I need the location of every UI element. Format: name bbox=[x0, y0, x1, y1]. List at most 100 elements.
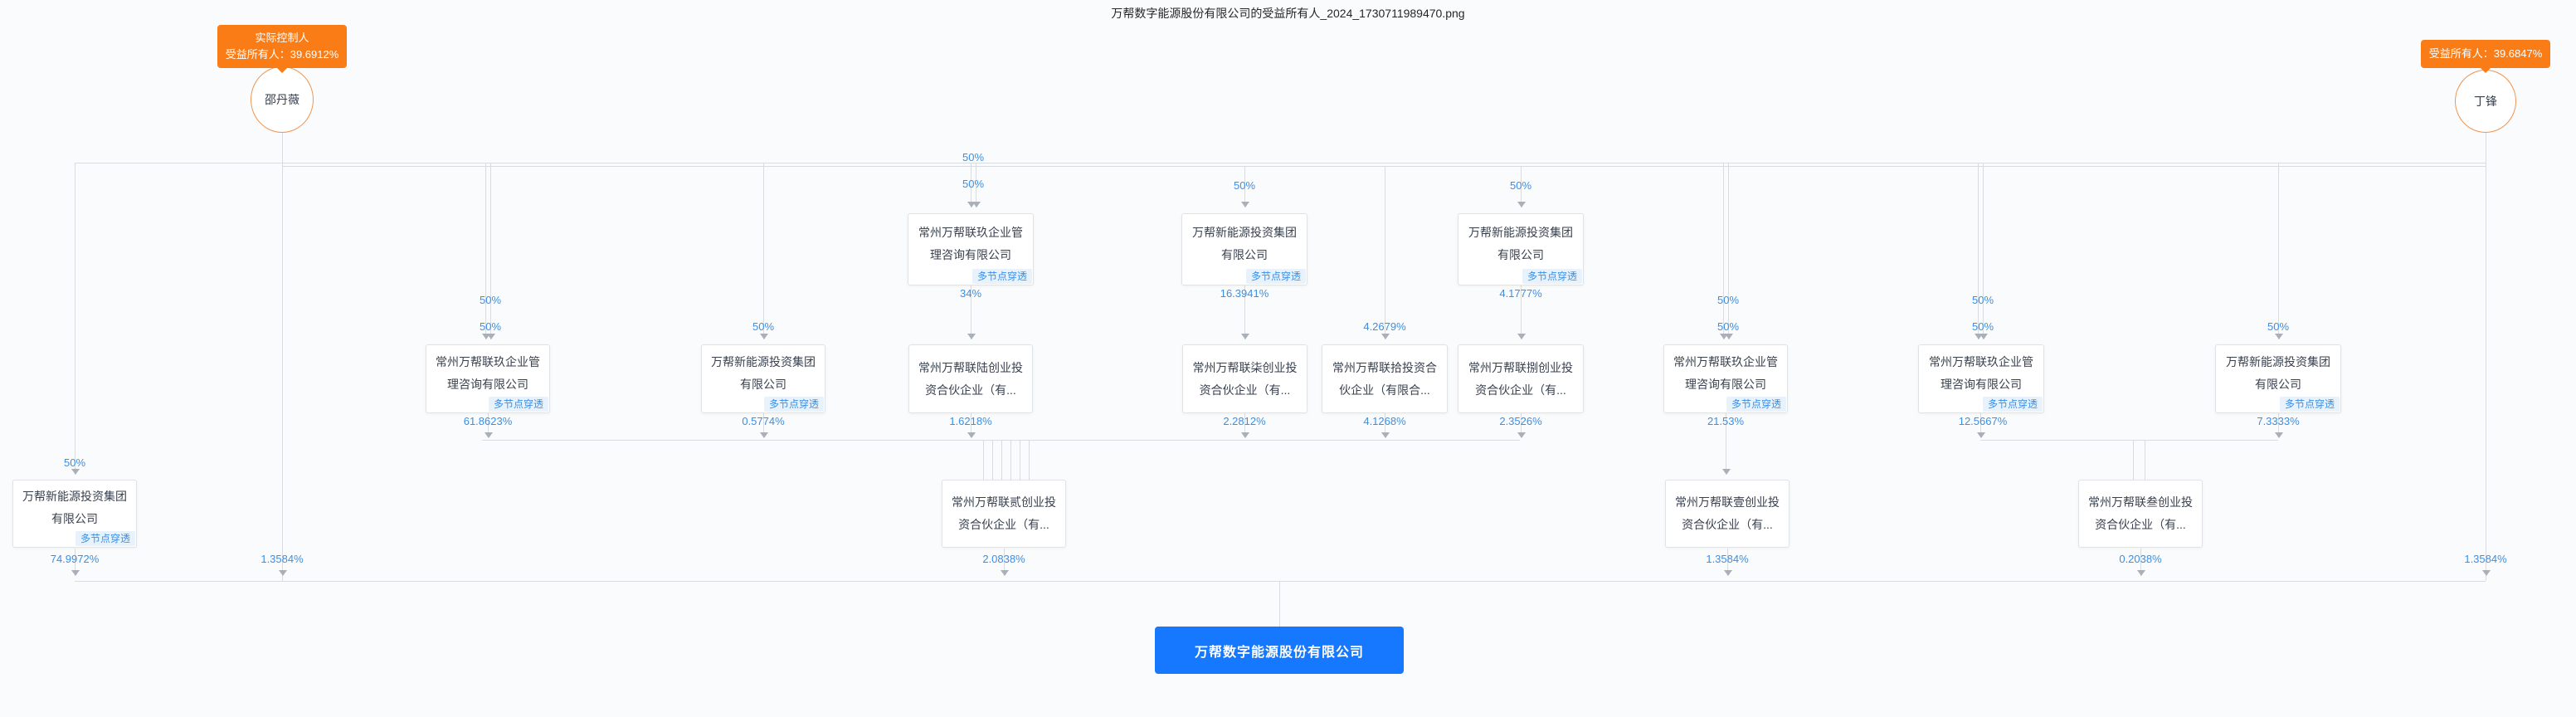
multi-node-penetrate-tag[interactable]: 多节点穿透 bbox=[2279, 397, 2340, 412]
page-title: 万帮数字能源股份有限公司的受益所有人_2024_1730711989470.pn… bbox=[1111, 7, 1465, 20]
connector-line bbox=[2278, 163, 2279, 339]
arrow-down-icon bbox=[1241, 432, 1249, 438]
company-node[interactable]: 常州万帮联玖企业管理咨询有限公司 多节点穿透 bbox=[426, 344, 550, 413]
company-name: 常州万帮联叁创业投资合伙企业（有... bbox=[2088, 495, 2193, 531]
company-name: 常州万帮联陆创业投资合伙企业（有... bbox=[918, 360, 1023, 397]
arrow-down-icon bbox=[1381, 432, 1390, 438]
company-name: 常州万帮联捌创业投资合伙企业（有... bbox=[1468, 360, 1573, 397]
edge-percent-label: 50% bbox=[479, 320, 502, 333]
company-name: 常州万帮联玖企业管理咨询有限公司 bbox=[1673, 354, 1778, 391]
arrow-down-icon bbox=[1381, 334, 1390, 339]
multi-node-penetrate-tag[interactable]: 多节点穿透 bbox=[1245, 269, 1306, 284]
edge-percent-label: 50% bbox=[2267, 320, 2290, 333]
connector-line bbox=[1728, 163, 1729, 339]
company-node[interactable]: 常州万帮联玖企业管理咨询有限公司 多节点穿透 bbox=[1663, 344, 1788, 413]
connector-line bbox=[1001, 440, 1002, 480]
edge-percent-label: 50% bbox=[1971, 294, 1994, 306]
edge-percent-label: 50% bbox=[1509, 179, 1532, 192]
edge-percent-label: 4.1777% bbox=[1499, 287, 1542, 300]
multi-node-penetrate-tag[interactable]: 多节点穿透 bbox=[763, 397, 824, 412]
connector-line bbox=[1029, 440, 1030, 480]
arrow-down-icon bbox=[1725, 334, 1733, 339]
multi-node-penetrate-tag[interactable]: 多节点穿透 bbox=[1726, 397, 1786, 412]
arrow-down-icon bbox=[760, 334, 768, 339]
company-node[interactable]: 常州万帮联玖企业管理咨询有限公司 多节点穿透 bbox=[1918, 344, 2044, 413]
edge-percent-label: 16.3941% bbox=[1220, 287, 1269, 300]
arrow-down-icon bbox=[972, 202, 981, 207]
company-name: 万帮新能源投资集团有限公司 bbox=[711, 354, 816, 391]
edge-percent-label: 4.2679% bbox=[1363, 320, 1406, 333]
badge-pointer bbox=[2481, 68, 2491, 73]
arrow-down-icon bbox=[2275, 432, 2283, 438]
company-node[interactable]: 常州万帮联捌创业投资合伙企业（有... bbox=[1458, 344, 1584, 413]
connector-line bbox=[1980, 440, 2278, 441]
connector-line bbox=[282, 131, 283, 581]
edge-percent-label: 1.3584% bbox=[1706, 553, 1749, 565]
edge-percent-label: 12.5667% bbox=[1958, 415, 2008, 427]
company-node[interactable]: 常州万帮联贰创业投资合伙企业（有... bbox=[942, 480, 1066, 548]
edge-percent-label: 50% bbox=[752, 320, 775, 333]
multi-node-penetrate-tag[interactable]: 多节点穿透 bbox=[1982, 397, 2043, 412]
arrow-down-icon bbox=[1977, 432, 1985, 438]
person-node-shareholder-1[interactable]: 邵丹薇 bbox=[251, 66, 314, 133]
beneficial-owner-badge: 受益所有人：39.6847% bbox=[2421, 40, 2550, 68]
arrow-down-icon bbox=[1517, 432, 1526, 438]
connector-line bbox=[282, 166, 2486, 167]
edge-percent-label: 1.3584% bbox=[261, 553, 304, 565]
company-node[interactable]: 常州万帮联陆创业投资合伙企业（有... bbox=[908, 344, 1033, 413]
company-name: 常州万帮联玖企业管理咨询有限公司 bbox=[918, 225, 1023, 261]
edge-percent-label: 0.2038% bbox=[2119, 553, 2162, 565]
multi-node-penetrate-tag[interactable]: 多节点穿透 bbox=[75, 531, 135, 546]
edge-percent-label: 21.53% bbox=[1707, 415, 1745, 427]
multi-node-penetrate-tag[interactable]: 多节点穿透 bbox=[971, 269, 1032, 284]
root-company-node[interactable]: 万帮数字能源股份有限公司 bbox=[1155, 627, 1404, 674]
arrow-down-icon bbox=[2137, 570, 2145, 576]
company-name: 常州万帮联拾投资合伙企业（有限合... bbox=[1332, 360, 1437, 397]
edge-percent-label: 50% bbox=[63, 456, 86, 469]
edge-percent-label: 4.1268% bbox=[1363, 415, 1406, 427]
arrow-down-icon bbox=[1241, 334, 1249, 339]
arrow-down-icon bbox=[967, 334, 976, 339]
person-node-shareholder-2[interactable]: 丁锋 bbox=[2455, 70, 2516, 133]
edge-percent-label: 50% bbox=[962, 151, 985, 163]
arrow-down-icon bbox=[1517, 202, 1526, 207]
arrow-down-icon bbox=[1722, 469, 1731, 475]
edge-percent-label: 1.3584% bbox=[2464, 553, 2507, 565]
connector-line bbox=[1978, 163, 1979, 339]
connector-line bbox=[490, 163, 491, 339]
company-node[interactable]: 万帮新能源投资集团有限公司 多节点穿透 bbox=[2215, 344, 2341, 413]
edge-percent-label: 74.9972% bbox=[50, 553, 100, 565]
connector-line bbox=[983, 440, 984, 480]
company-node[interactable]: 常州万帮联壹创业投资合伙企业（有... bbox=[1665, 480, 1790, 548]
badge-line1: 受益所有人：39.6847% bbox=[2428, 47, 2543, 60]
company-node[interactable]: 万帮新能源投资集团有限公司 多节点穿透 bbox=[701, 344, 825, 413]
company-node[interactable]: 常州万帮联柒创业投资合伙企业（有... bbox=[1182, 344, 1307, 413]
edge-percent-label: 50% bbox=[1233, 179, 1256, 192]
edge-percent-label: 50% bbox=[1717, 320, 1740, 333]
arrow-down-icon bbox=[2275, 334, 2283, 339]
connector-line bbox=[763, 163, 764, 339]
edge-percent-label: 50% bbox=[1971, 320, 1994, 333]
company-node[interactable]: 常州万帮联拾投资合伙企业（有限合... bbox=[1322, 344, 1448, 413]
connector-line bbox=[75, 581, 2486, 582]
edge-percent-label: 1.6218% bbox=[949, 415, 992, 427]
multi-node-penetrate-tag[interactable]: 多节点穿透 bbox=[1522, 269, 1582, 284]
edge-percent-label: 2.3526% bbox=[1499, 415, 1542, 427]
edge-percent-label: 50% bbox=[1717, 294, 1740, 306]
arrow-down-icon bbox=[2482, 570, 2491, 576]
company-node[interactable]: 万帮新能源投资集团有限公司 多节点穿透 bbox=[12, 480, 137, 548]
connector-line bbox=[485, 163, 486, 339]
badge-line1: 实际控制人 bbox=[255, 32, 309, 44]
connector-line bbox=[1983, 163, 1984, 339]
multi-node-penetrate-tag[interactable]: 多节点穿透 bbox=[488, 397, 548, 412]
company-node[interactable]: 常州万帮联叁创业投资合伙企业（有... bbox=[2078, 480, 2203, 548]
badge-pointer bbox=[277, 68, 287, 73]
company-node[interactable]: 万帮新能源投资集团有限公司 多节点穿透 bbox=[1181, 213, 1307, 285]
arrow-down-icon bbox=[487, 334, 495, 339]
company-node[interactable]: 万帮新能源投资集团有限公司 多节点穿透 bbox=[1458, 213, 1584, 285]
company-node[interactable]: 常州万帮联玖企业管理咨询有限公司 多节点穿透 bbox=[908, 213, 1034, 285]
edge-percent-label: 2.0838% bbox=[982, 553, 1025, 565]
arrow-down-icon bbox=[279, 570, 287, 576]
connector-line bbox=[1010, 440, 1011, 480]
company-name: 常州万帮联玖企业管理咨询有限公司 bbox=[1929, 354, 2033, 391]
